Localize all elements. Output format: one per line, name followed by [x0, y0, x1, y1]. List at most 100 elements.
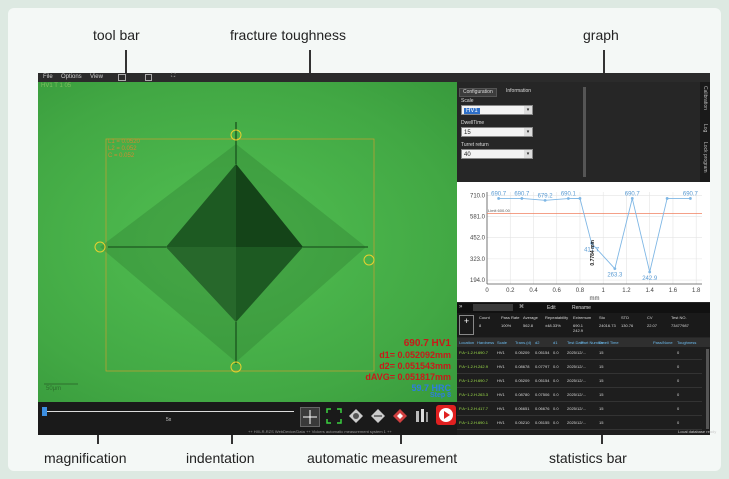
- table-tab-1[interactable]: [473, 304, 513, 311]
- table-cell: 2025/12/...: [567, 406, 586, 411]
- side-tab-log[interactable]: Log: [702, 124, 708, 132]
- callout-indentation: indentation: [186, 450, 255, 466]
- callout-graph: graph: [583, 27, 619, 43]
- results-table[interactable]: P.A~1.2.H.690.7 HV1 0.05209 0.05154 0.0 2025/…: [457, 347, 710, 435]
- data-point: [648, 270, 652, 274]
- layout-icon[interactable]: [118, 74, 126, 81]
- menu-file[interactable]: File: [43, 74, 53, 80]
- right-panel: Configuration Information Scale HV1 ▾ Dw…: [457, 82, 710, 435]
- callout-tool-bar: tool bar: [93, 27, 140, 43]
- indenter-icon: [416, 409, 428, 422]
- table-row[interactable]: P.A~1.2.H.690.7 HV1 0.05209 0.05154 0.0 2025/…: [457, 375, 702, 388]
- column-header[interactable]: Hardness: [477, 340, 494, 345]
- table-row[interactable]: P.A~1.2.H.242.9 HV1 0.08678 0.07797 0.0 2025/…: [457, 361, 702, 374]
- add-row-button[interactable]: +: [459, 315, 474, 335]
- data-point: [630, 197, 634, 200]
- table-cell: 15: [599, 420, 604, 425]
- data-label: 690.1: [561, 192, 577, 198]
- table-cell: 0: [677, 350, 680, 355]
- column-header[interactable]: Dwell Time: [599, 340, 619, 345]
- callout-statistics-bar: statistics bar: [549, 450, 627, 466]
- table-cell: 2025/12/...: [567, 364, 586, 369]
- table-cell: 0.0: [553, 350, 559, 355]
- table-header: Location Hardness Scale Trans.(d) d2 d1 Test D…: [457, 338, 710, 347]
- table-cell: 2025/12/...: [567, 420, 586, 425]
- stat-header: Pass Rate: [501, 315, 520, 320]
- x-tick-label: 1.2: [622, 288, 631, 294]
- table-row[interactable]: P.A~1.2.H.263.3 HV1 0.08780 0.07506 0.0 2025/…: [457, 389, 702, 402]
- turret-select[interactable]: 40 ▾: [461, 149, 533, 159]
- play-icon: [439, 408, 453, 422]
- column-header[interactable]: Trans.(d): [515, 340, 531, 345]
- manual-measure-button[interactable]: [369, 407, 387, 425]
- table-row[interactable]: P.A~1.2.H.690.1 HV1 0.05210 0.05155 0.0 2025/…: [457, 417, 702, 430]
- side-tab-lock[interactable]: Lock program: [702, 142, 708, 173]
- start-button[interactable]: [436, 405, 456, 425]
- x-tick-label: 0: [485, 288, 489, 294]
- table-cell: 15: [599, 392, 604, 397]
- table-cell: 15: [599, 350, 604, 355]
- callout-magnification: magnification: [44, 450, 127, 466]
- stat-value: 130.76: [621, 323, 634, 328]
- table-cell: 0.0: [553, 420, 559, 425]
- crosshair-tool-button[interactable]: [300, 407, 320, 427]
- column-header[interactable]: Pass/None: [653, 340, 673, 345]
- chevron-down-icon: ▾: [524, 106, 532, 114]
- table-cell: 0.05155: [535, 420, 550, 425]
- column-header[interactable]: Scale: [497, 340, 507, 345]
- dwell-time-select[interactable]: 15 ▾: [461, 127, 533, 137]
- x-tick-label: 1: [602, 288, 606, 294]
- footer-status: Local database ready: [678, 429, 717, 434]
- image-viewer[interactable]: HV1 T 1 05 L1 = 0.0520 L2 = 0.052 C = 0.…: [38, 82, 457, 402]
- result-davg: dAVG= 0.051817mm: [365, 372, 451, 382]
- auto-measure-button[interactable]: [391, 407, 409, 425]
- viewer-note: HV1 T 1 05: [41, 83, 72, 89]
- collapse-chevron-icon[interactable]: »: [459, 304, 462, 310]
- side-tab-calibration[interactable]: Calibration: [702, 86, 708, 110]
- table-cell: 0.05210: [515, 420, 530, 425]
- panel-scrollbar[interactable]: [583, 87, 586, 177]
- menu-view[interactable]: View: [90, 74, 103, 80]
- stat-value: 8: [479, 323, 482, 328]
- tab-information[interactable]: Information: [503, 88, 534, 95]
- table-cell: HV1: [497, 378, 505, 383]
- overlay-l1: L1 = 0.0520: [108, 139, 140, 145]
- fullscreen-icon[interactable]: ⛶: [171, 73, 175, 80]
- result-step: Step 8: [429, 392, 451, 399]
- x-tick-label: 1.6: [669, 288, 678, 294]
- data-point: [520, 197, 524, 200]
- table-cell: 0: [677, 420, 680, 425]
- tab-configuration[interactable]: Configuration: [459, 88, 497, 97]
- menu-options[interactable]: Options: [61, 74, 82, 80]
- stat-value: 24016.73: [599, 323, 616, 328]
- measure-tool-button[interactable]: [347, 407, 365, 425]
- hardness-graph[interactable]: 710.0 581.0 452.0 323.0 194.0 0 0.2 0.4 0.6 0.8 1 1…: [457, 182, 710, 302]
- data-label: 690.7: [514, 191, 530, 197]
- magnification-slider-track[interactable]: [44, 411, 294, 412]
- reports-icon[interactable]: ⌘: [519, 304, 524, 310]
- data-label: 263.3: [607, 273, 623, 279]
- data-label: 242.9: [642, 276, 658, 282]
- table-row[interactable]: P.A~1.2.H.417.7 HV1 0.06651 0.06676 0.0 2025/…: [457, 403, 702, 416]
- table-scrollbar[interactable]: [706, 349, 709, 429]
- turret-value: 40: [464, 152, 471, 158]
- vertex-marker-right[interactable]: [363, 254, 375, 266]
- chevron-down-icon: ▾: [524, 150, 532, 158]
- column-header[interactable]: Toughness: [677, 340, 696, 345]
- stat-header: STD: [621, 315, 629, 320]
- window-icon[interactable]: [145, 74, 152, 81]
- data-point: [665, 197, 669, 200]
- y-tick-label: 710.0: [470, 193, 486, 199]
- column-header[interactable]: d1: [553, 340, 557, 345]
- data-point: [497, 197, 501, 200]
- edit-button[interactable]: Edit: [547, 305, 556, 311]
- column-header[interactable]: Location: [459, 340, 474, 345]
- column-header[interactable]: d2: [535, 340, 539, 345]
- scale-select[interactable]: HV1 ▾: [461, 105, 533, 115]
- data-point: [688, 197, 692, 200]
- rename-button[interactable]: Rename: [572, 305, 591, 311]
- table-row[interactable]: P.A~1.2.H.690.7 HV1 0.05209 0.05154 0.0 2025/…: [457, 347, 702, 360]
- frame-tool-button[interactable]: [325, 407, 343, 425]
- indenter-tool-button[interactable]: [413, 407, 431, 425]
- magnification-slider-knob[interactable]: [42, 407, 47, 416]
